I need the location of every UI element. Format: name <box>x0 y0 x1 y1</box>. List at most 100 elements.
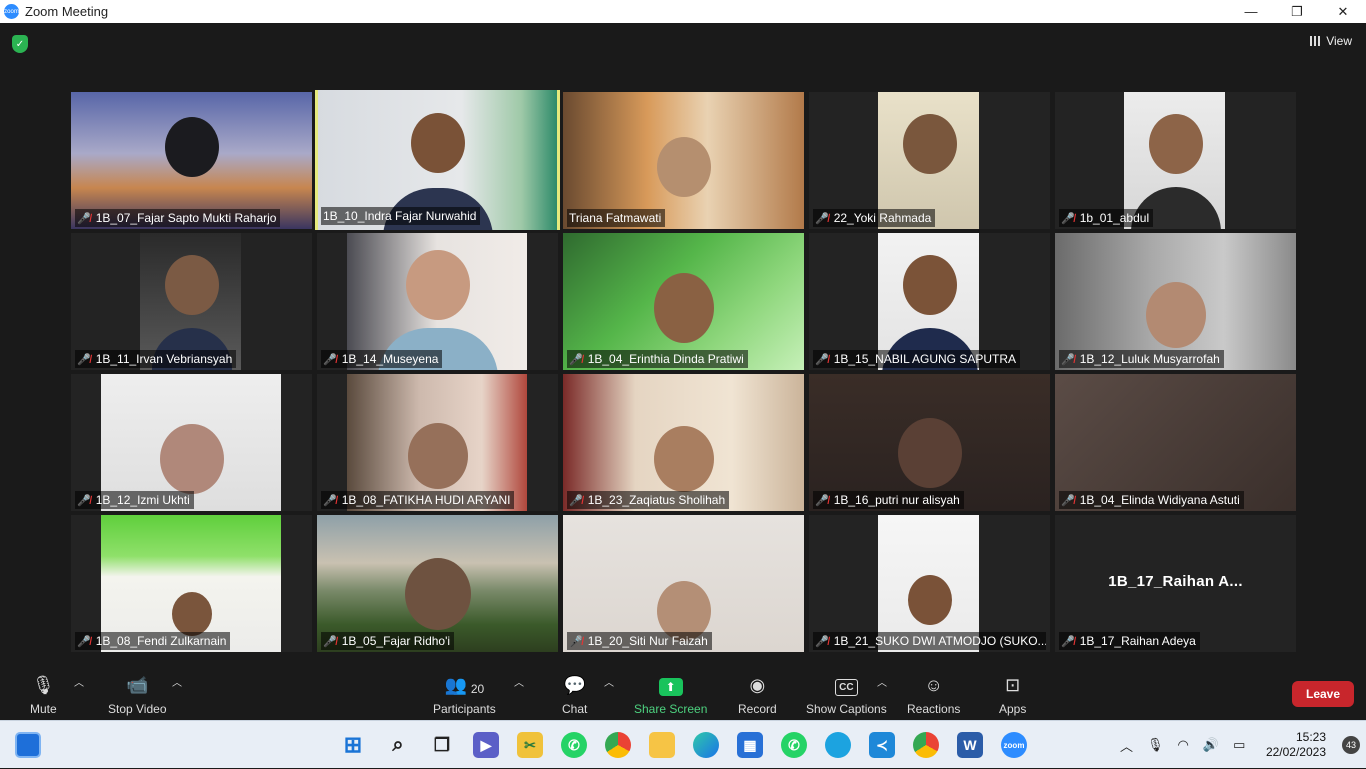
video-tile[interactable]: 🎤̸ 1B_20_Siti Nur Faizah <box>563 515 804 652</box>
show-captions-label: Show Captions <box>806 702 887 716</box>
view-label: View <box>1326 34 1352 48</box>
participants-label: Participants <box>433 702 496 716</box>
teams-chat-icon[interactable]: ▶ <box>473 732 499 758</box>
edge-icon[interactable] <box>693 732 719 758</box>
mic-muted-icon: 🎤̸ <box>815 353 829 366</box>
leave-button[interactable]: Leave <box>1292 681 1354 707</box>
mute-button[interactable]: 🎙 Mute <box>30 670 57 716</box>
video-tile-camera-off[interactable]: 1B_17_Raihan A... 🎤̸ 1B_17_Raihan Adeya <box>1055 515 1296 652</box>
mic-muted-icon: 🎤̸ <box>323 635 337 648</box>
participant-name: 1B_07_Fajar Sapto Mukti Raharjo <box>95 211 277 225</box>
participant-face <box>405 250 470 321</box>
video-tile[interactable]: 🎤̸ 1B_16_putri nur alisyah <box>809 374 1050 511</box>
mic-muted-icon: 🎤̸ <box>1061 494 1075 507</box>
security-shield-icon[interactable]: ✓ <box>12 35 28 53</box>
participant-label: Triana Fatmawati <box>567 209 666 227</box>
apps-button[interactable]: ⊡ Apps <box>999 670 1026 716</box>
mic-muted-icon: 🎤̸ <box>1061 212 1075 225</box>
start-windows-icon[interactable]: ⊞ <box>340 732 366 758</box>
bird-app-icon[interactable] <box>825 732 851 758</box>
zoom-taskbar-icon[interactable]: zoom <box>1001 732 1027 758</box>
video-tile[interactable]: 🎤̸ 1b_01_abdul <box>1055 92 1296 229</box>
view-button[interactable]: View <box>1310 34 1352 48</box>
chevron-up-icon[interactable]: ︿ <box>1120 736 1133 755</box>
reactions-button[interactable]: ☺ Reactions <box>907 670 960 716</box>
microphone-tray-icon[interactable]: 🎙 <box>1147 737 1164 753</box>
whatsapp-icon[interactable]: ✆ <box>561 732 587 758</box>
video-tile[interactable]: 🎤̸ 1B_05_Fajar Ridho'i <box>317 515 558 652</box>
mic-muted-icon: 🎤̸ <box>77 353 91 366</box>
word-icon[interactable]: W <box>957 732 983 758</box>
participants-button[interactable]: 👥 20 Participants <box>433 670 496 716</box>
participant-face <box>897 418 962 489</box>
close-button[interactable]: ✕ <box>1320 0 1366 23</box>
meeting-top-bar: ✓ View <box>0 23 1366 65</box>
captions-icon: CC <box>835 670 858 696</box>
video-tile[interactable]: Triana Fatmawati <box>563 92 804 229</box>
video-options-chevron-icon[interactable]: ︿ <box>172 674 182 689</box>
chrome-profile-icon[interactable] <box>913 732 939 758</box>
captions-options-chevron-icon[interactable]: ︿ <box>877 674 887 689</box>
share-screen-icon: ⬆ <box>658 670 683 696</box>
video-tile[interactable]: 🎤̸ 1B_12_Luluk Musyarrofah <box>1055 233 1296 370</box>
mic-muted-icon: 🎤̸ <box>569 635 583 648</box>
video-tile[interactable]: 🎤̸ 1B_23_Zaqiatus Sholihah <box>563 374 804 511</box>
participant-name: Triana Fatmawati <box>569 211 662 225</box>
meeting-toolbar: 🎙 Mute ︿ 📹 Stop Video ︿ 👥 20 Participant… <box>0 660 1366 720</box>
record-button[interactable]: ◉ Record <box>738 670 777 716</box>
photos-app-icon[interactable]: ✂ <box>517 732 543 758</box>
participant-label: 🎤̸ 1B_15_NABIL AGUNG SAPUTRA <box>813 350 1020 368</box>
video-tile[interactable]: 🎤̸ 1B_14_Museyena <box>317 233 558 370</box>
participant-label: 🎤̸ 1B_05_Fajar Ridho'i <box>321 632 455 650</box>
microsoft-store-icon[interactable]: ▦ <box>737 732 763 758</box>
video-tile[interactable]: 🎤̸ 1B_04_Erinthia Dinda Pratiwi <box>563 233 804 370</box>
minimize-button[interactable]: — <box>1228 0 1274 23</box>
search-icon[interactable]: ⌕ <box>385 732 411 758</box>
record-icon: ◉ <box>749 675 766 695</box>
battery-icon[interactable]: ▭ <box>1233 737 1245 753</box>
video-tile[interactable]: 🎤̸ 1B_15_NABIL AGUNG SAPUTRA <box>809 233 1050 370</box>
chat-options-chevron-icon[interactable]: ︿ <box>604 674 614 689</box>
participant-name: 1B_23_Zaqiatus Sholihah <box>587 493 726 507</box>
video-tile[interactable]: 🎤̸ 1B_11_Irvan Vebriansyah <box>71 233 312 370</box>
video-tile[interactable]: 🎤̸ 1B_04_Elinda Widiyana Astuti <box>1055 374 1296 511</box>
vscode-icon[interactable]: ≺ <box>869 732 895 758</box>
participant-label: 🎤̸ 1B_07_Fajar Sapto Mukti Raharjo <box>75 209 281 227</box>
video-tile[interactable]: 🎤̸ 1B_08_Fendi Zulkarnain <box>71 515 312 652</box>
file-explorer-icon[interactable] <box>649 732 675 758</box>
chrome-icon[interactable] <box>605 732 631 758</box>
date-text: 22/02/2023 <box>1265 745 1326 759</box>
video-tile-active-speaker[interactable]: 1B_10_Indra Fajar Nurwahid <box>315 90 560 230</box>
participants-options-chevron-icon[interactable]: ︿ <box>514 674 524 689</box>
participant-face <box>159 423 224 494</box>
chat-button[interactable]: 💬 Chat <box>562 670 587 716</box>
task-view-icon[interactable]: ❐ <box>429 732 455 758</box>
participant-face <box>171 591 212 636</box>
show-captions-button[interactable]: CC Show Captions <box>806 670 887 716</box>
participant-name: 1B_08_FATIKHA HUDI ARYANI <box>341 493 511 507</box>
video-tile[interactable]: 🎤̸ 22_Yoki Rahmada <box>809 92 1050 229</box>
apps-label: Apps <box>999 702 1027 716</box>
wifi-icon[interactable]: ◠ <box>1178 737 1189 753</box>
video-tile[interactable]: 🎤̸ 1B_21_SUKO DWI ATMODJO (SUKO... <box>809 515 1050 652</box>
whatsapp-icon-2[interactable]: ✆ <box>781 732 807 758</box>
reactions-smiley-icon: ☺ <box>924 675 943 695</box>
stop-video-button[interactable]: 📹 Stop Video <box>108 670 167 716</box>
video-tile[interactable]: 🎤̸ 1B_12_Izmi Ukhti <box>71 374 312 511</box>
participant-name: 1B_21_SUKO DWI ATMODJO (SUKO... <box>833 634 1046 648</box>
participants-icon: 👥 20 <box>444 675 485 696</box>
participant-label: 🎤̸ 1B_12_Izmi Ukhti <box>75 491 194 509</box>
mic-muted-icon: 🎤̸ <box>815 212 829 225</box>
notification-badge[interactable]: 43 <box>1342 736 1360 754</box>
volume-icon[interactable]: 🔊 <box>1203 737 1219 753</box>
audio-options-chevron-icon[interactable]: ︿ <box>74 674 84 689</box>
maximize-button[interactable]: ❐ <box>1274 0 1320 23</box>
video-tile[interactable]: 🎤̸ 1B_08_FATIKHA HUDI ARYANI <box>317 374 558 511</box>
participant-label: 🎤̸ 1B_16_putri nur alisyah <box>813 491 964 509</box>
taskbar-clock[interactable]: 15:23 22/02/2023 <box>1266 730 1326 760</box>
video-tile[interactable]: 🎤̸ 1B_07_Fajar Sapto Mukti Raharjo <box>71 92 312 229</box>
widgets-icon[interactable] <box>15 732 41 758</box>
participant-face <box>1145 282 1206 349</box>
mic-muted-icon: 🎤̸ <box>1061 353 1075 366</box>
share-screen-button[interactable]: ⬆ Share Screen <box>634 670 707 716</box>
